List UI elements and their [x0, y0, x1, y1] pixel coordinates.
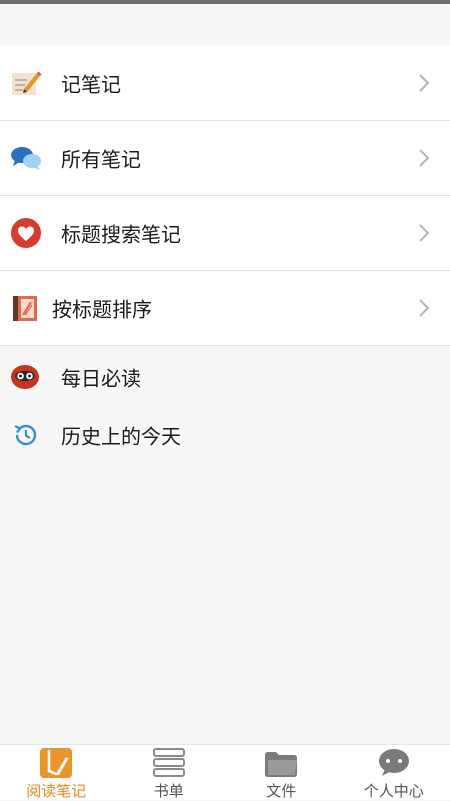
heart-icon	[10, 217, 42, 249]
menu-item-label: 按标题排序	[52, 294, 152, 323]
book-icon	[10, 292, 42, 324]
top-status-bar	[0, 0, 450, 4]
menu-item-label: 记笔记	[61, 69, 121, 98]
extras-item-daily-reading[interactable]: 每日必读	[0, 348, 450, 406]
chevron-right-icon	[418, 73, 430, 93]
menu-item-take-note[interactable]: 记笔记	[0, 46, 450, 121]
extras-item-label: 历史上的今天	[61, 421, 181, 450]
tab-profile[interactable]: 个人中心	[338, 745, 450, 800]
book-list-icon	[152, 747, 186, 779]
owl-icon	[10, 362, 40, 392]
pencil-note-icon	[10, 67, 42, 99]
extras-item-label: 每日必读	[61, 363, 141, 392]
menu-item-all-notes[interactable]: 所有笔记	[0, 121, 450, 196]
folder-icon	[264, 747, 298, 779]
menu-item-label: 所有笔记	[61, 144, 141, 173]
tab-label: 个人中心	[338, 780, 450, 801]
tab-files[interactable]: 文件	[225, 745, 338, 800]
menu-item-label: 标题搜索笔记	[61, 219, 181, 248]
extras-item-history-today[interactable]: 历史上的今天	[0, 406, 450, 464]
tab-reading-notes[interactable]: 阅读笔记	[0, 745, 113, 800]
chevron-right-icon	[418, 148, 430, 168]
tab-label: 文件	[225, 780, 338, 801]
chevron-right-icon	[418, 223, 430, 243]
reading-notes-icon	[39, 747, 73, 779]
menu-item-search-notes[interactable]: 标题搜索笔记	[0, 196, 450, 271]
note-menu-list: 记笔记 所有笔记 标题搜索笔记	[0, 46, 450, 346]
chat-bubbles-icon	[10, 142, 42, 174]
tab-label: 阅读笔记	[0, 780, 113, 801]
bottom-tab-bar: 阅读笔记 书单 文件 个人中心	[0, 744, 450, 800]
extras-list: 每日必读 历史上的今天	[0, 348, 450, 464]
tab-book-list[interactable]: 书单	[113, 745, 226, 800]
chevron-right-icon	[418, 298, 430, 318]
tab-label: 书单	[113, 780, 226, 801]
history-icon	[10, 420, 40, 450]
menu-item-sort-by-title[interactable]: 按标题排序	[0, 271, 450, 346]
chat-profile-icon	[377, 747, 411, 779]
